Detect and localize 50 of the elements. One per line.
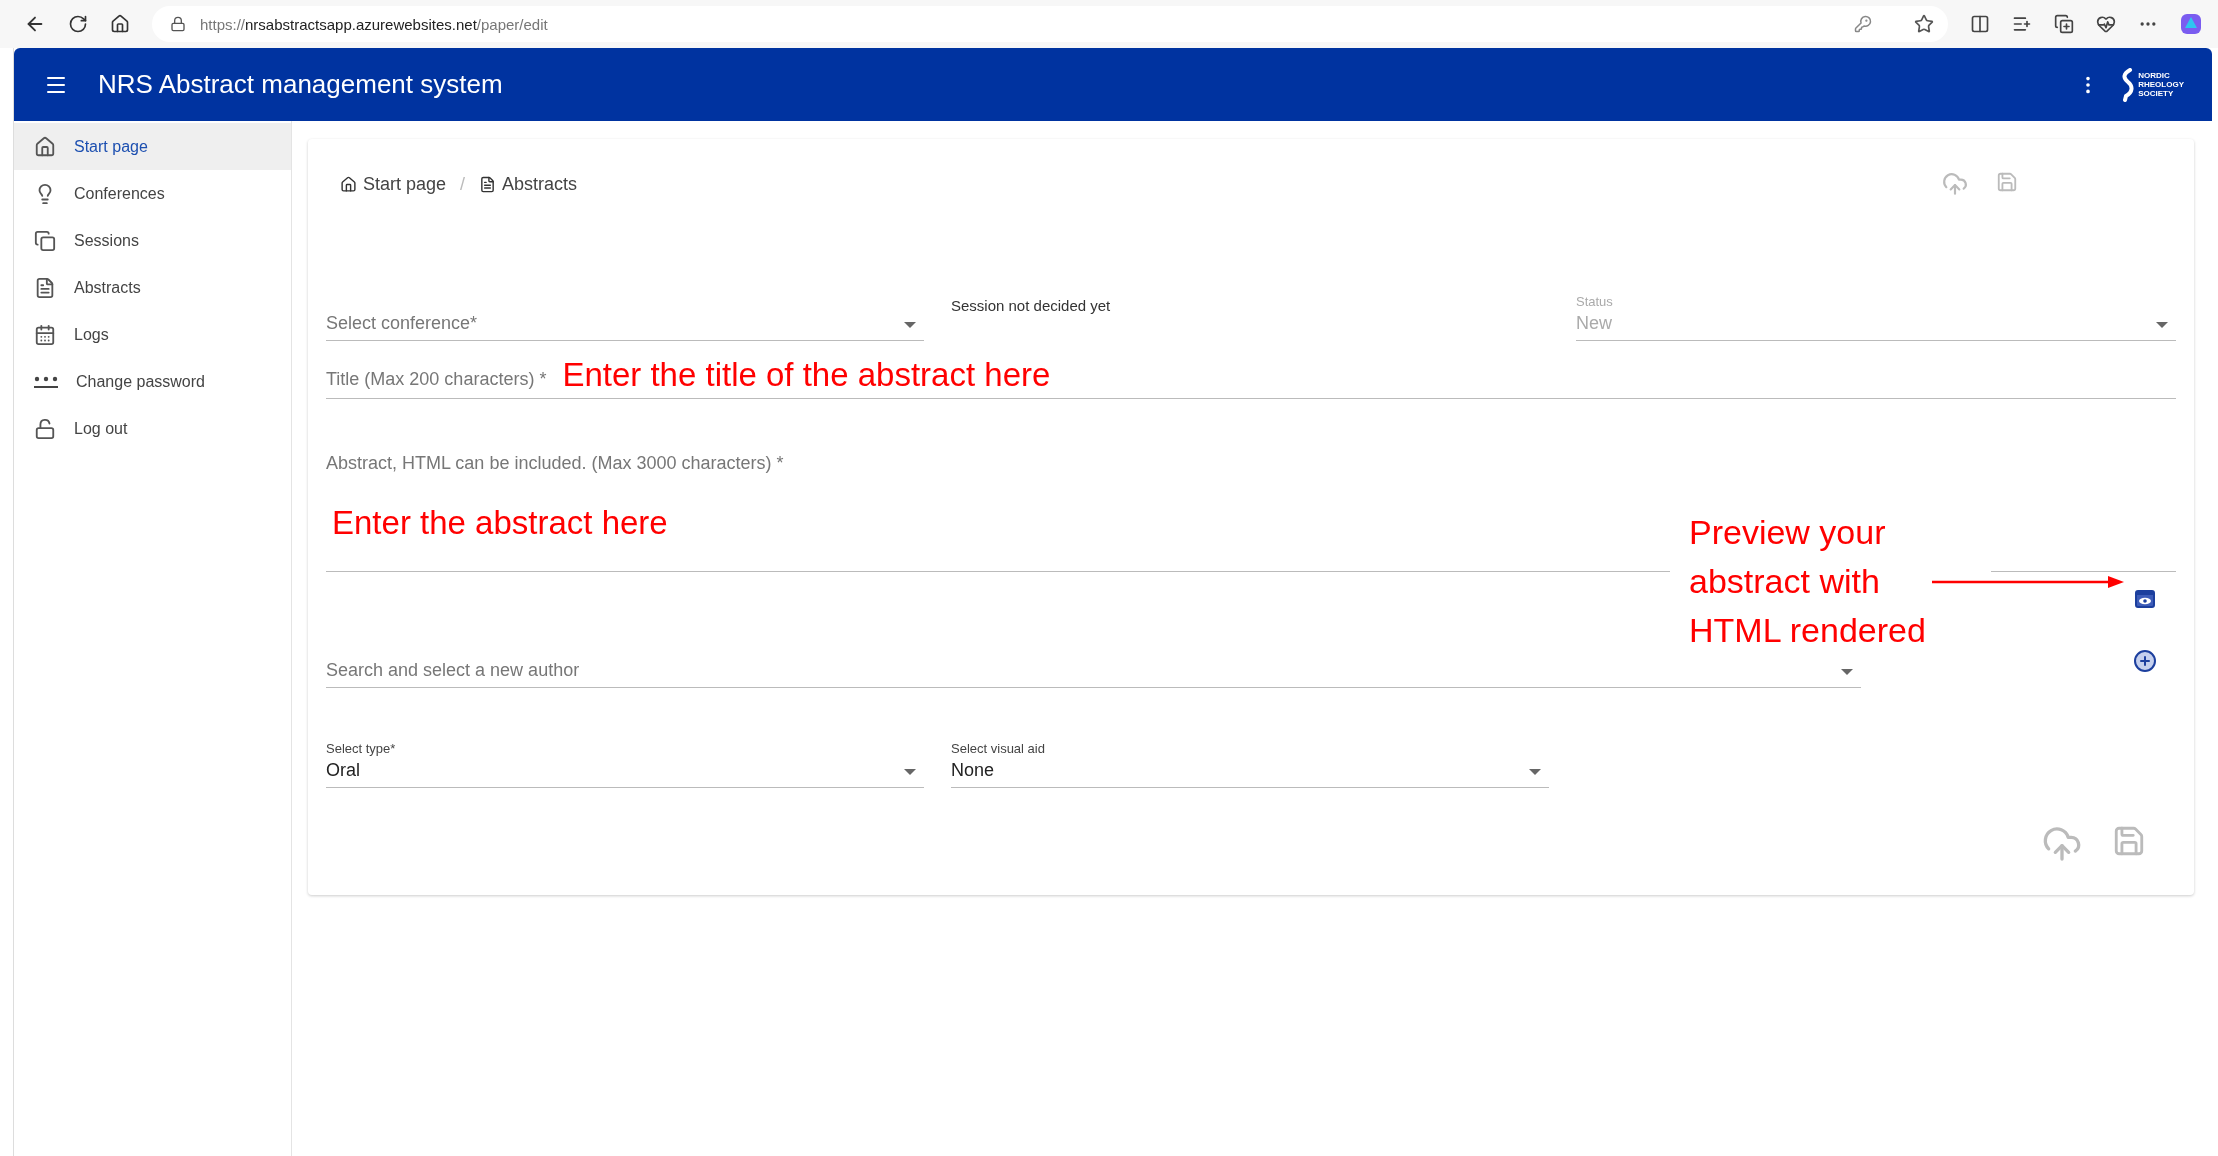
collections-icon[interactable] bbox=[2054, 14, 2074, 34]
lock-icon bbox=[170, 16, 186, 32]
sidebar-item[interactable]: Sessions bbox=[14, 217, 291, 264]
preview-icon[interactable] bbox=[2135, 590, 2155, 608]
calendar-icon bbox=[34, 323, 56, 346]
sidebar-item[interactable]: Log out bbox=[14, 405, 291, 452]
dropdown-caret-icon bbox=[1529, 769, 1541, 775]
abstract-field[interactable]: Abstract, HTML can be included. (Max 3000 characters) * Enter the abstract here bbox=[326, 423, 1670, 572]
breadcrumb-link[interactable]: Abstracts bbox=[479, 173, 578, 195]
logo-icon bbox=[2121, 67, 2136, 102]
health-icon[interactable] bbox=[2096, 14, 2116, 34]
sidebar-item[interactable]: Conferences bbox=[14, 170, 291, 217]
author-search-field[interactable]: Search and select a new author bbox=[326, 658, 1861, 688]
reload-icon[interactable] bbox=[68, 14, 88, 34]
home-icon bbox=[34, 135, 56, 158]
key-icon[interactable] bbox=[1854, 15, 1872, 33]
logo-text: NORDIC RHEOLOGY SOCIETY bbox=[2138, 71, 2184, 98]
annotation-text: Preview your abstract with HTML rendered bbox=[1689, 512, 1927, 651]
annotation-text: Enter the title of the abstract here bbox=[562, 356, 1051, 394]
copy-icon bbox=[34, 229, 56, 252]
session-note: Session not decided yet bbox=[951, 297, 1112, 314]
breadcrumb-link[interactable]: Start page bbox=[340, 173, 447, 195]
dropdown-caret-icon bbox=[2156, 322, 2168, 328]
sidebar-item[interactable]: Start page bbox=[14, 123, 291, 170]
dropdown-caret-icon bbox=[904, 769, 916, 775]
breadcrumb-separator: / bbox=[460, 173, 466, 195]
password-icon bbox=[34, 374, 58, 389]
annotation-text: Enter the abstract here bbox=[332, 504, 669, 542]
conference-select[interactable]: Select conference* bbox=[326, 289, 924, 341]
document-icon bbox=[479, 175, 497, 193]
status-select: Status New bbox=[1576, 289, 2176, 341]
type-select[interactable]: Select type* Oral bbox=[326, 736, 924, 788]
dropdown-caret-icon bbox=[1841, 669, 1853, 675]
title-field[interactable]: Title (Max 200 characters) * Enter the title of the abstract here bbox=[326, 341, 2176, 399]
split-screen-icon[interactable] bbox=[1970, 14, 1990, 34]
document-icon bbox=[34, 276, 56, 299]
sidebar-item[interactable]: Abstracts bbox=[14, 264, 291, 311]
home-icon[interactable] bbox=[110, 14, 130, 34]
padlock-icon bbox=[34, 417, 56, 440]
app-title: NRS Abstract management system bbox=[98, 69, 504, 100]
home-icon bbox=[340, 175, 357, 193]
dropdown-caret-icon bbox=[904, 322, 916, 328]
visual-aid-select[interactable]: Select visual aid None bbox=[951, 736, 1549, 788]
sidebar-item[interactable]: Change password bbox=[14, 358, 291, 405]
assistant-icon[interactable] bbox=[2180, 13, 2202, 35]
favorites-icon[interactable] bbox=[2012, 14, 2032, 34]
favorite-star-icon[interactable] bbox=[1914, 14, 1934, 34]
address-bar[interactable]: https://nrsabstractsapp.azurewebsites.net/paper/edit bbox=[152, 6, 1948, 42]
sidebar-item[interactable]: Logs bbox=[14, 311, 291, 358]
add-author-icon[interactable] bbox=[2133, 649, 2157, 673]
